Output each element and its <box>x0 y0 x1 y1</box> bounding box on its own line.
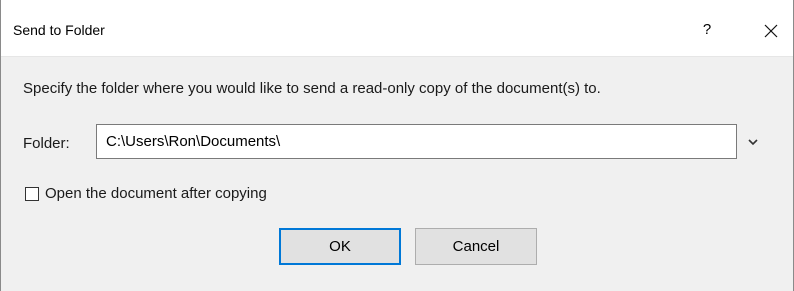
close-button[interactable] <box>751 14 791 46</box>
send-to-folder-dialog: Send to Folder ? Specify the folder wher… <box>0 0 794 291</box>
cancel-button[interactable]: Cancel <box>415 228 537 265</box>
help-button[interactable]: ? <box>689 14 725 46</box>
title-bar[interactable]: Send to Folder ? <box>1 0 793 56</box>
ok-button[interactable]: OK <box>279 228 401 265</box>
folder-input[interactable] <box>96 124 737 159</box>
open-after-copy-checkbox[interactable] <box>25 187 39 201</box>
folder-label: Folder: <box>23 135 70 152</box>
open-after-copy-label: Open the document after copying <box>45 185 267 202</box>
folder-dropdown-button[interactable] <box>741 128 765 156</box>
dialog-title: Send to Folder <box>13 22 105 38</box>
close-icon <box>764 24 778 38</box>
instruction-text: Specify the folder where you would like … <box>23 80 601 97</box>
open-after-copy-option[interactable]: Open the document after copying <box>25 184 345 206</box>
chevron-down-icon <box>748 139 758 146</box>
title-separator <box>1 56 793 57</box>
